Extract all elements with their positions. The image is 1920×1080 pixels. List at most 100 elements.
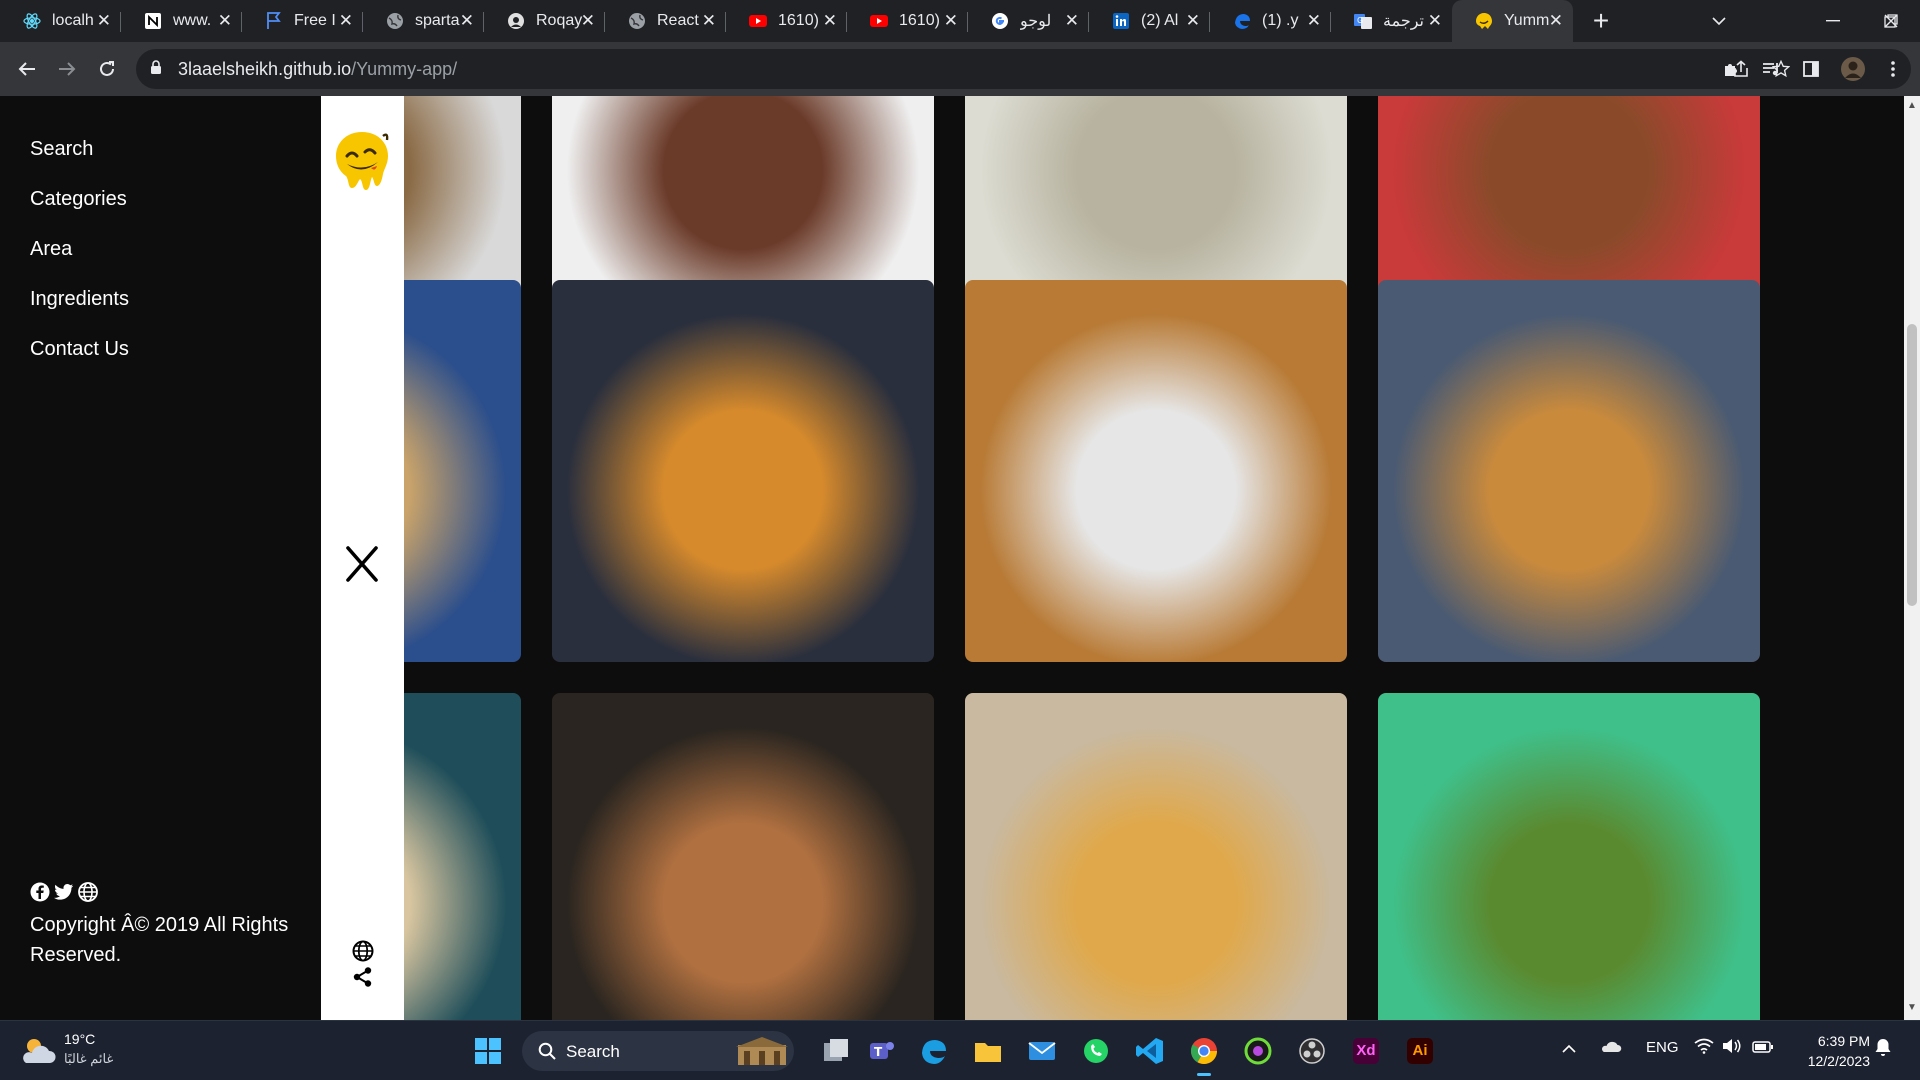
meal-pancakes[interactable] [965,693,1347,1020]
close-menu-icon[interactable] [344,544,380,584]
edge-icon [1235,14,1250,29]
app-label: Xd [1356,1042,1376,1059]
twitter-icon[interactable] [54,882,74,902]
forward-button[interactable] [50,52,84,86]
back-button[interactable] [10,52,44,86]
teams-icon[interactable]: T [862,1033,898,1069]
meal-koshari[interactable] [1378,280,1760,662]
meal-image [965,693,1347,1020]
meal-poutine[interactable] [965,280,1347,662]
close-tab-icon[interactable]: ✕ [1186,11,1200,31]
taskbar-search-box[interactable]: Search [522,1031,794,1071]
nav-link-ingredients[interactable]: Ingredients [30,288,129,311]
close-tab-icon[interactable]: ✕ [97,11,111,31]
folder-icon[interactable] [970,1033,1006,1069]
file-explorer-icon[interactable] [818,1033,854,1069]
taskbar-clock[interactable]: 6:39 PM 12/2/2023 [1790,1031,1870,1071]
browser-tab[interactable]: (1) .y ✕ [1210,0,1331,42]
clock-time: 6:39 PM [1817,1033,1870,1049]
chrome-icon[interactable] [1186,1033,1222,1076]
start-button[interactable] [470,1033,506,1069]
xd-icon[interactable]: Xd [1348,1033,1384,1069]
minimize-button[interactable] [1804,0,1862,42]
close-tab-icon[interactable]: ✕ [1428,11,1442,31]
browser-tab[interactable]: (2) Al ✕ [1089,0,1210,42]
nav-link-contact-us[interactable]: Contact Us [30,338,129,361]
flag-icon [267,12,281,29]
browser-toolbar: 3laaelsheikh.github.io/Yummy-app/ [0,42,1920,96]
chrome-menu-icon[interactable] [1876,52,1910,86]
battery-icon[interactable] [1752,1040,1774,1057]
browser-tab[interactable]: لوجو ✕ [968,0,1089,42]
page-scrollbar[interactable]: ▲ ▼ [1904,96,1920,1020]
browser-tab-bar: localh ✕ www. ✕ Free I ✕ sparta ✕ Roqay ✕ React ✕ 16… [0,0,1920,42]
weather-description[interactable]: غائم غالبًا [64,1051,113,1067]
close-tab-icon[interactable]: ✕ [218,11,232,31]
weather-cloud-icon[interactable] [18,1035,58,1067]
browser-tab[interactable]: Roqay ✕ [484,0,605,42]
meal-burger[interactable] [552,280,934,662]
volume-icon[interactable] [1722,1038,1742,1058]
reload-button[interactable] [90,52,124,86]
tab-search-button[interactable] [1690,0,1748,42]
lock-icon[interactable] [150,60,162,74]
share-icon[interactable] [352,966,374,988]
wifi-icon[interactable] [1694,1038,1714,1058]
whatsapp-icon[interactable] [1078,1033,1114,1069]
browser-tab[interactable]: www. ✕ [121,0,242,42]
illustrator-icon[interactable]: Ai [1402,1033,1438,1069]
profile-avatar[interactable] [1836,52,1870,86]
url-text[interactable]: 3laaelsheikh.github.io/Yummy-app/ [178,59,457,80]
scrollbar-thumb[interactable] [1907,324,1917,606]
browser-tab[interactable]: G ترجمة ✕ [1331,0,1452,42]
translate-icon: G [1354,14,1372,29]
close-tab-icon[interactable]: ✕ [944,11,958,31]
side-panel-icon[interactable] [1794,52,1828,86]
close-tab-icon[interactable]: ✕ [1065,11,1079,31]
yummy-logo-icon[interactable] [333,128,391,192]
browser-tab[interactable]: 1610) ✕ [847,0,968,42]
edge-icon[interactable] [916,1033,952,1069]
close-tab-icon[interactable]: ✕ [1549,11,1563,31]
nav-link-categories[interactable]: Categories [30,188,127,211]
globe-icon[interactable] [78,882,98,902]
vscode-icon[interactable] [1132,1033,1168,1069]
browser-tab[interactable]: React ✕ [605,0,726,42]
browser-tab[interactable]: 1610) ✕ [726,0,847,42]
media-control-icon[interactable] [1754,52,1788,86]
close-window-button[interactable] [1862,0,1920,42]
side-nav-panel: Search Categories Area Ingredients Conta… [0,96,321,1020]
scroll-up-arrow-icon[interactable]: ▲ [1907,100,1917,111]
close-tab-icon[interactable]: ✕ [339,11,353,31]
close-tab-icon[interactable]: ✕ [1307,11,1321,31]
meal-nachos-salad[interactable] [1378,693,1760,1020]
close-tab-icon[interactable]: ✕ [823,11,837,31]
scroll-down-arrow-icon[interactable]: ▼ [1907,1002,1917,1013]
input-language[interactable]: ENG [1646,1039,1679,1056]
notion-icon [145,13,161,29]
facebook-icon[interactable] [30,882,50,902]
globe-icon [387,13,403,29]
close-tab-icon[interactable]: ✕ [581,11,595,31]
color-app-icon[interactable] [1240,1033,1276,1069]
globe-icon[interactable] [352,940,374,962]
weather-temperature[interactable]: 19°C [64,1031,95,1047]
obs-icon[interactable] [1294,1033,1330,1069]
close-tab-icon[interactable]: ✕ [702,11,716,31]
new-tab-button[interactable]: + [1585,5,1617,37]
meal-image [552,693,934,1020]
notification-bell-icon[interactable] [1874,1037,1892,1061]
browser-tab[interactable]: Yumm ✕ [1452,0,1573,42]
address-bar[interactable]: 3laaelsheikh.github.io/Yummy-app/ [136,49,1911,89]
onedrive-icon[interactable] [1600,1038,1622,1058]
browser-tab[interactable]: Free I ✕ [242,0,363,42]
nav-link-search[interactable]: Search [30,138,93,161]
mail-icon[interactable] [1024,1033,1060,1069]
extensions-icon[interactable] [1714,52,1748,86]
close-tab-icon[interactable]: ✕ [460,11,474,31]
meal-sugar-donuts[interactable] [552,693,934,1020]
browser-tab[interactable]: sparta ✕ [363,0,484,42]
show-hidden-icons-icon[interactable] [1562,1041,1576,1058]
nav-link-area[interactable]: Area [30,238,72,261]
browser-tab[interactable]: localh ✕ [0,0,121,42]
